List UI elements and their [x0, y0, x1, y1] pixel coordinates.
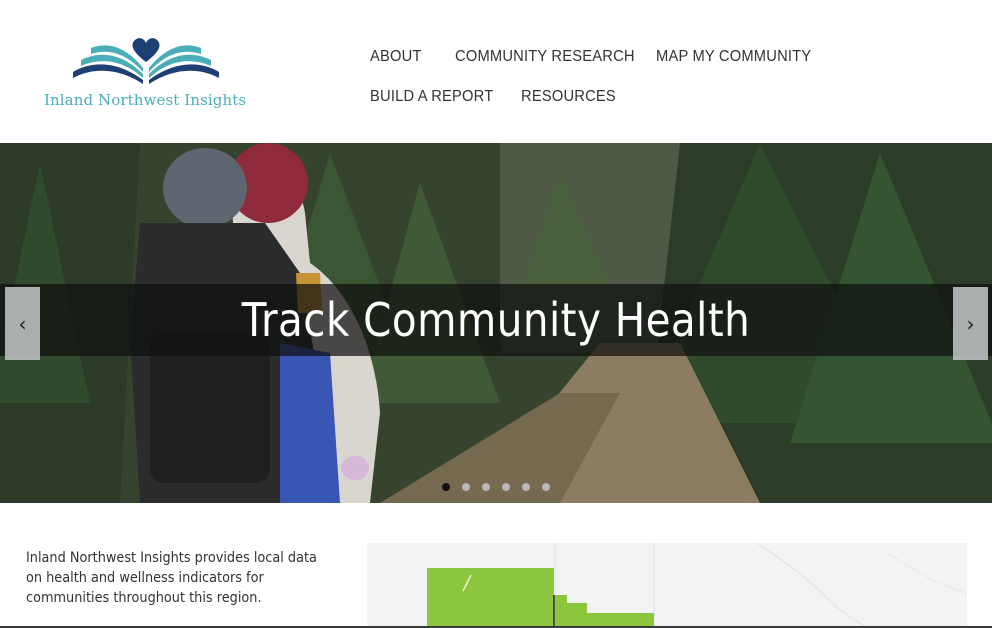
nav-map-my-community[interactable]: MAP MY COMMUNITY: [656, 48, 811, 66]
map-preview[interactable]: [367, 543, 967, 628]
slider-dot-6[interactable]: [542, 483, 550, 491]
chevron-right-icon: ›: [966, 311, 975, 336]
slider-dot-3[interactable]: [482, 483, 490, 491]
nav-build-a-report[interactable]: BUILD A REPORT: [370, 88, 493, 106]
site-header: Inland Northwest Insights ABOUT COMMUNIT…: [0, 0, 992, 143]
slider-dot-4[interactable]: [502, 483, 510, 491]
hero-slider: Track Community Health ‹ ›: [0, 143, 992, 503]
slider-prev-button[interactable]: ‹: [5, 287, 40, 360]
slider-dot-2[interactable]: [462, 483, 470, 491]
slider-next-button[interactable]: ›: [953, 287, 988, 360]
chevron-left-icon: ‹: [18, 311, 27, 336]
slider-dot-5[interactable]: [522, 483, 530, 491]
slider-dots: [442, 483, 550, 493]
nav-resources[interactable]: RESOURCES: [521, 88, 616, 106]
map-graphic: [367, 543, 967, 628]
nav-community-research[interactable]: COMMUNITY RESEARCH: [455, 48, 635, 66]
logo-text: Inland Northwest Insights: [44, 91, 247, 109]
heart-book-icon: [73, 38, 219, 84]
nav-about[interactable]: ABOUT: [370, 48, 422, 66]
hero-caption: Track Community Health: [241, 293, 751, 347]
intro-text: Inland Northwest Insights provides local…: [26, 550, 317, 606]
slider-dot-1[interactable]: [442, 483, 450, 491]
site-logo[interactable]: Inland Northwest Insights: [44, 36, 259, 116]
